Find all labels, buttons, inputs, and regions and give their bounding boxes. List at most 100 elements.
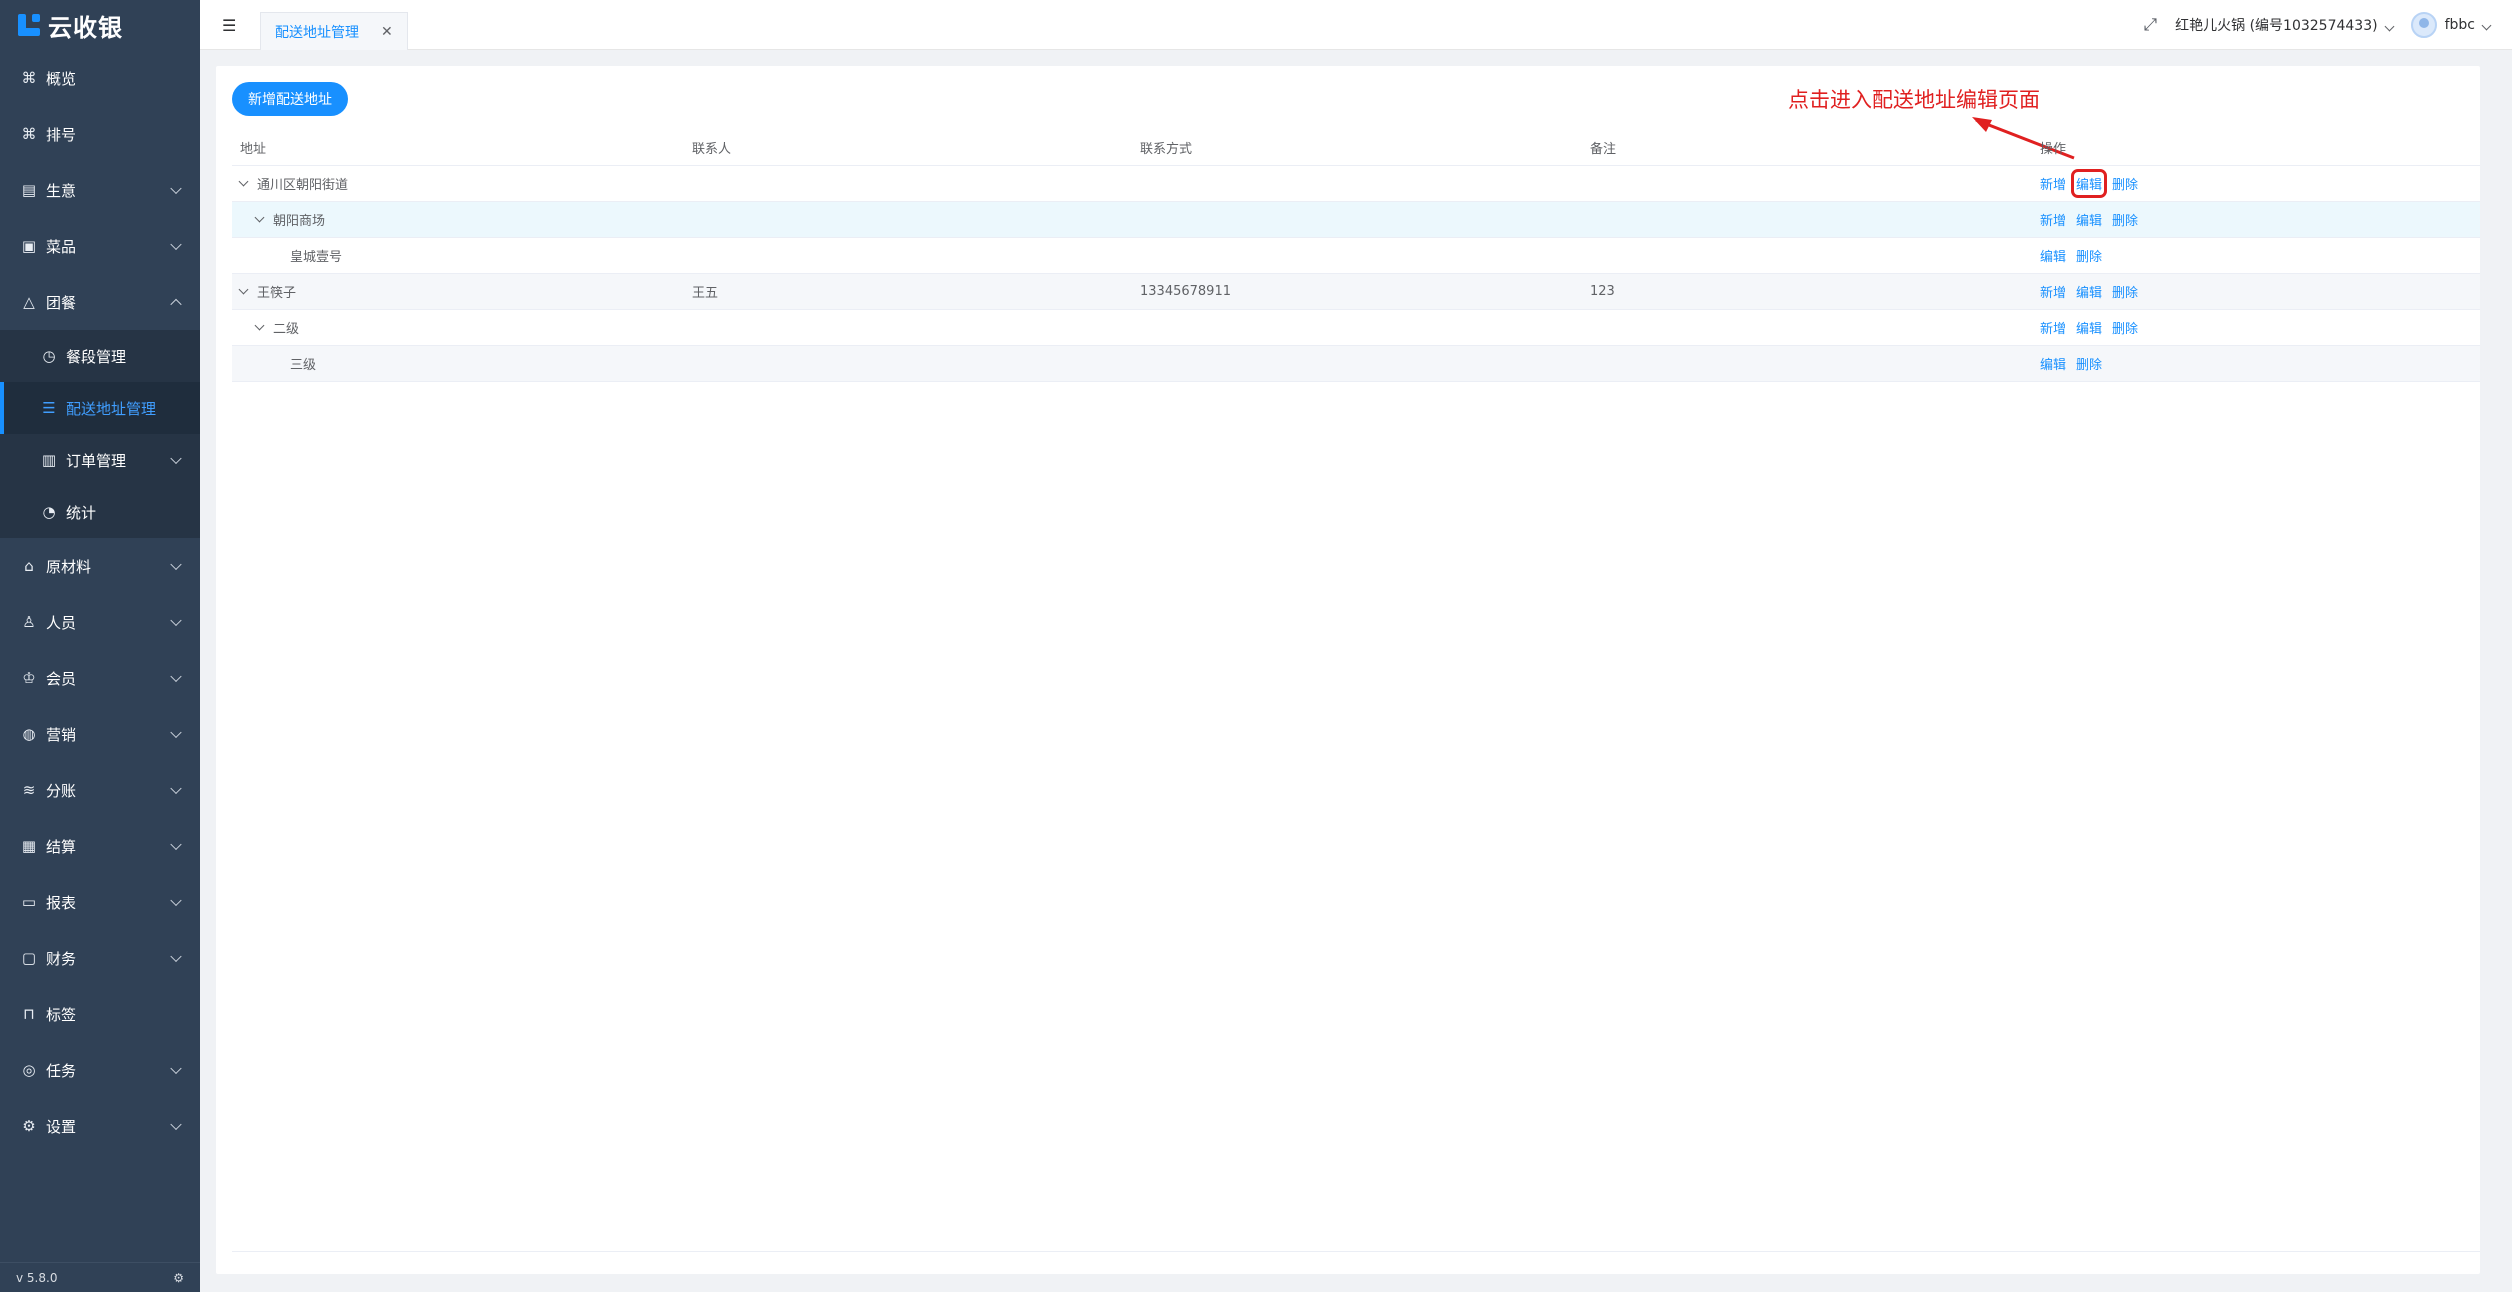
column-header-contact: 联系人	[692, 142, 732, 157]
chevron-down-icon	[170, 452, 182, 465]
sidebar-item-statistics[interactable]: ◔ 统计	[0, 486, 200, 538]
table-header: 地址 联系人 联系方式 备注 操作	[232, 130, 2480, 166]
chevron-down-icon	[170, 614, 182, 627]
add-link[interactable]: 新增	[2040, 174, 2066, 193]
delete-link[interactable]: 删除	[2112, 318, 2138, 337]
user-name: fbbc	[2444, 17, 2475, 33]
sidebar-item-members[interactable]: ♔ 会员	[0, 650, 200, 706]
actions-cell: 新增 编辑 删除	[2032, 310, 2480, 345]
tab-delivery-address[interactable]: 配送地址管理 ✕	[260, 12, 408, 50]
chevron-down-icon	[170, 1118, 182, 1131]
sidebar-item-split[interactable]: ≋ 分账	[0, 762, 200, 818]
add-link[interactable]: 新增	[2040, 318, 2066, 337]
edit-link[interactable]: 编辑	[2040, 246, 2066, 265]
sidebar-item-dishes[interactable]: ▣ 菜品	[0, 218, 200, 274]
address-text: 皇城壹号	[290, 250, 343, 265]
sidebar-item-tags[interactable]: ⊓ 标签	[0, 986, 200, 1042]
sidebar-item-group-meal[interactable]: △ 团餐	[0, 274, 200, 330]
sidebar-item-finance[interactable]: ▢ 财务	[0, 930, 200, 986]
actions-cell: 新增 编辑 删除	[2032, 166, 2480, 201]
menu-collapse-icon[interactable]: ☰	[222, 16, 238, 35]
sidebar-item-queue[interactable]: ⌘ 排号	[0, 106, 200, 162]
sidebar: 云收银 ⌘ 概览 ⌘ 排号 ▤ 生意 ▣ 菜品 △ 团餐 ◷ 餐段管理 ☰ 配送地址管理 ▥ 订…	[0, 0, 200, 1292]
sidebar-item-label: 任务	[46, 1061, 77, 1080]
avatar[interactable]	[2410, 12, 2437, 38]
chevron-down-icon	[170, 726, 182, 739]
triangle-icon: △	[23, 293, 35, 311]
note-cell	[1582, 202, 2032, 237]
fullscreen-icon[interactable]: ⤢	[2144, 15, 2158, 35]
add-delivery-address-button[interactable]: 新增配送地址	[232, 82, 348, 116]
delete-link[interactable]: 删除	[2076, 246, 2102, 265]
delete-link[interactable]: 删除	[2076, 354, 2102, 373]
chevron-down-icon	[2481, 20, 2492, 31]
edit-link[interactable]: 编辑	[2076, 282, 2102, 301]
address-text: 通川区朝阳街道	[257, 178, 349, 193]
table-row: 二级 新增 编辑 删除	[232, 310, 2480, 346]
sidebar-item-meal-period[interactable]: ◷ 餐段管理	[0, 330, 200, 382]
address-table: 地址 联系人 联系方式 备注 操作 通川区朝阳街道 新增 编辑 删除 朝阳商场	[232, 130, 2480, 382]
bookmark-icon: ⊓	[23, 1005, 35, 1023]
address-cell: 皇城壹号	[232, 238, 684, 273]
sidebar-item-staff[interactable]: ♙ 人员	[0, 594, 200, 650]
cluster-icon: ⌘	[21, 125, 37, 143]
address-text: 王筷子	[257, 286, 297, 301]
column-header-actions: 操作	[2040, 142, 2067, 157]
phone-cell	[1132, 202, 1582, 237]
wallet-icon: ▢	[21, 949, 37, 967]
sidebar-item-marketing[interactable]: ◍ 营销	[0, 706, 200, 762]
board-icon: ▭	[21, 893, 37, 911]
address-cell: 朝阳商场	[232, 202, 684, 237]
phone-cell	[1132, 346, 1582, 381]
chevron-down-icon	[2384, 21, 2395, 32]
close-icon[interactable]: ✕	[381, 24, 393, 40]
add-link[interactable]: 新增	[2040, 282, 2066, 301]
actions-cell: 编辑 删除	[2032, 238, 2480, 273]
store-selector[interactable]: 红艳儿火锅 (编号1032574433)	[2175, 15, 2395, 35]
delete-link[interactable]: 删除	[2112, 210, 2138, 229]
sidebar-item-business[interactable]: ▤ 生意	[0, 162, 200, 218]
edit-link[interactable]: 编辑	[2040, 354, 2066, 373]
table-row: 三级 编辑 删除	[232, 346, 2480, 382]
edit-link[interactable]: 编辑	[2076, 318, 2102, 337]
sidebar-item-materials[interactable]: ⌂ 原材料	[0, 538, 200, 594]
dish-icon: ▣	[21, 237, 37, 255]
chevron-down-icon	[170, 1062, 182, 1075]
app-logo[interactable]: 云收银	[0, 0, 200, 50]
sidebar-item-tasks[interactable]: ◎ 任务	[0, 1042, 200, 1098]
phone-cell	[1132, 166, 1582, 201]
chevron-down-icon	[170, 782, 182, 795]
chevron-down-icon	[170, 182, 182, 195]
chevron-down-icon[interactable]	[254, 320, 265, 330]
phone-cell: 13345678911	[1140, 284, 1231, 299]
delete-link[interactable]: 删除	[2112, 174, 2138, 193]
sidebar-item-label: 标签	[46, 1005, 77, 1024]
delete-link[interactable]: 删除	[2112, 282, 2138, 301]
address-text: 二级	[273, 322, 300, 337]
sidebar-item-label: 财务	[46, 949, 77, 968]
chevron-down-icon[interactable]	[238, 176, 249, 186]
edit-link[interactable]: 编辑	[2071, 169, 2108, 198]
chevron-up-icon	[170, 298, 182, 311]
sidebar-item-settlement[interactable]: ▦ 结算	[0, 818, 200, 874]
add-link[interactable]: 新增	[2040, 210, 2066, 229]
contact-cell: 王五	[692, 286, 719, 301]
chevron-down-icon[interactable]	[238, 284, 249, 294]
compass-icon: ◎	[22, 1061, 36, 1079]
sidebar-item-orders[interactable]: ▥ 订单管理	[0, 434, 200, 486]
table-row: 王筷子 王五 13345678911 123 新增 编辑 删除	[232, 274, 2480, 310]
sidebar-item-settings[interactable]: ⚙ 设置	[0, 1098, 200, 1154]
users-icon: ♙	[22, 613, 36, 631]
sidebar-item-overview[interactable]: ⌘ 概览	[0, 50, 200, 106]
sidebar-item-label: 分账	[46, 781, 77, 800]
sidebar-item-reports[interactable]: ▭ 报表	[0, 874, 200, 930]
user-menu[interactable]: fbbc	[2444, 17, 2492, 33]
chevron-down-icon[interactable]	[254, 212, 265, 222]
chevron-down-icon	[170, 950, 182, 963]
edit-link[interactable]: 编辑	[2076, 210, 2102, 229]
gear-icon[interactable]: ⚙	[173, 1271, 184, 1285]
crown-icon: ♔	[22, 669, 36, 687]
note-cell	[1582, 310, 2032, 345]
sidebar-item-delivery-address[interactable]: ☰ 配送地址管理	[0, 382, 200, 434]
address-text: 朝阳商场	[273, 214, 326, 229]
